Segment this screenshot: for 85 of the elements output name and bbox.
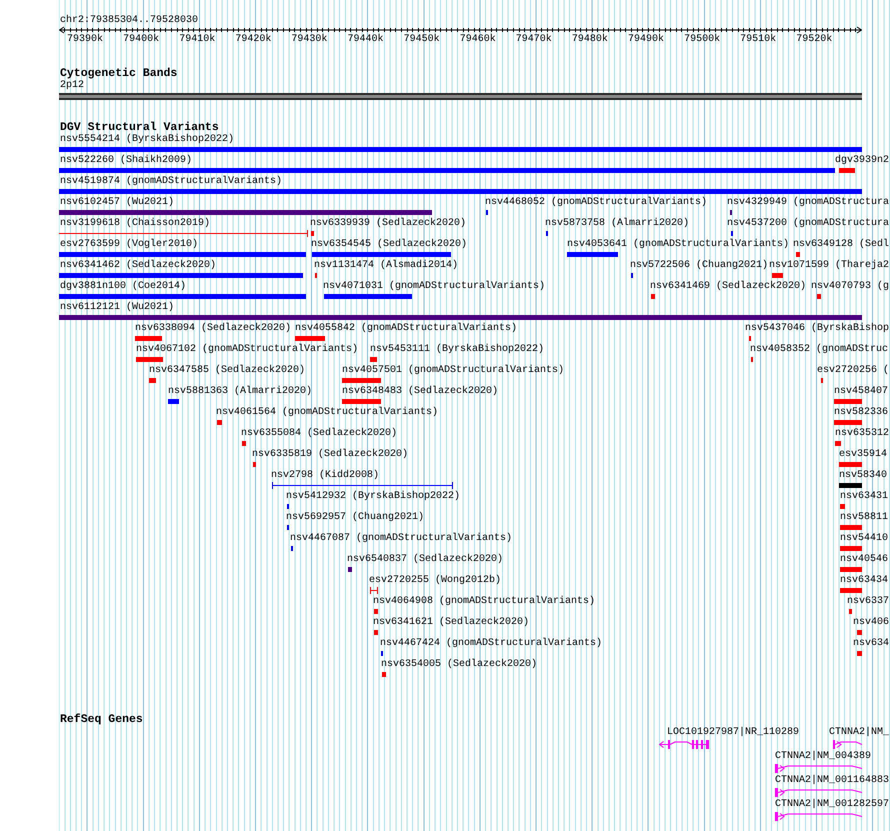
variant-label: nsv6354545 (Sedlazeck2020) — [311, 239, 468, 251]
variant-label: nsv1131474 (Alsmadi2014) — [314, 260, 458, 272]
variant-label: nsv6341469 (Sedlazeck2020) — [650, 281, 806, 293]
tick-label: 79500k — [683, 34, 722, 46]
gene-label: LOC101927987|NR_110289 — [667, 727, 800, 739]
variant-label: nsv6347585 (Sedlazeck2020) — [149, 365, 306, 377]
variant-label: nsv5453111 (ByrskaBishop2022) — [370, 344, 544, 356]
variant-label: nsv3199618 (Chaisson2019) — [60, 218, 210, 230]
variant-label: nsv58811 — [840, 512, 888, 524]
variant-label: nsv6335819 (Sedlazeck2020) — [252, 449, 408, 461]
location-label: chr2:79385304..79528030 — [59, 15, 200, 27]
tick-label: 79420k — [234, 34, 272, 46]
gene-label: CTNNA2|NM_001164883 — [775, 775, 890, 787]
tick-label: 79390k — [66, 34, 104, 46]
tick-label: 79400k — [122, 34, 160, 46]
variant-label: nsv4537200 (gnomADStructura — [727, 218, 890, 230]
variant-label: nsv4064908 (gnomADStructuralVariants) — [373, 596, 596, 608]
variant-label: nsv6354005 (Sedlazeck2020) — [381, 659, 538, 671]
tick-label: 79440k — [346, 34, 385, 46]
tick-label: 79410k — [178, 34, 216, 46]
variant-label: nsv4468052 (gnomADStructuralVariants) — [485, 197, 708, 209]
variant-label: nsv6112121 (Wu2021) — [60, 302, 174, 314]
variant-label: nsv4057501 (gnomADStructuralVariants) — [342, 365, 564, 377]
tick-label: 79480k — [570, 34, 609, 46]
variant-label: nsv6337 — [847, 596, 890, 608]
variant-label: nsv6341462 (Sedlazeck2020) — [60, 260, 216, 272]
variant-label: nsv4467087 (gnomADStructuralVariants) — [290, 533, 512, 545]
variant-label: nsv63434 — [840, 575, 888, 587]
variant-label: nsv5692957 (Chuang2021) — [286, 512, 424, 524]
track-title: DGV Structural Variants — [59, 121, 219, 134]
variant-label: nsv406 — [853, 617, 890, 629]
variant-label: nsv4329949 (gnomADStructura — [727, 197, 890, 209]
variant-label: esv2763599 (Vogler2010) — [60, 239, 198, 251]
variant-label: esv2720256 ( — [817, 365, 890, 377]
gene-label: CTNNA2|NM_001282597 — [775, 799, 890, 811]
tick-label: 79450k — [402, 34, 441, 46]
tick-label: 79460k — [458, 34, 497, 46]
variant-label: nsv5873758 (Almarri2020) — [545, 218, 690, 230]
variant-label: nsv6338094 (Sedlazeck2020) — [135, 323, 292, 335]
variant-label: nsv4467424 (gnomADStructuralVariants) — [380, 638, 602, 650]
variant-label: nsv40546 — [840, 554, 888, 566]
variant-label: nsv4055842 (gnomADStructuralVariants) — [295, 323, 518, 335]
variant-label: nsv582336 — [834, 407, 888, 419]
track-title: RefSeq Genes — [59, 713, 144, 727]
track-title: Cytogenetic Bands — [59, 67, 178, 80]
variant-label: esv35914 — [839, 449, 888, 461]
variant-label: nsv4058352 (gnomADStruc — [750, 344, 888, 356]
variant-label: nsv1071599 (Thareja2 — [769, 260, 890, 272]
variant-label: nsv6339939 (Sedlazeck2020) — [310, 218, 466, 230]
variant-label: nsv6540837 (Sedlazeck2020) — [347, 554, 504, 566]
gene-label: CTNNA2|NM_ — [829, 727, 890, 739]
variant-label: nsv6102457 (Wu2021) — [60, 197, 174, 209]
gene-label: CTNNA2|NM_004389 — [775, 751, 872, 763]
variant-label: esv2720255 (Wong2012b) — [369, 575, 502, 587]
variant-label: nsv522260 (Shaikh2009) — [60, 155, 192, 167]
variant-label: nsv4071031 (gnomADStructuralVariants) — [323, 281, 546, 293]
tick-label: 79430k — [290, 34, 328, 46]
variant-label: nsv4061564 (gnomADStructuralVariants) — [216, 407, 438, 419]
variant-label: nsv2798 (Kidd2008) — [271, 470, 380, 482]
variant-label: nsv4053641 (gnomADStructuralVariants) — [567, 239, 790, 251]
variant-label: nsv54410 — [840, 533, 888, 545]
variant-label: nsv5437046 (ByrskaBishop — [745, 323, 890, 335]
variant-label: nsv5722506 (Chuang2021) — [630, 260, 768, 272]
variant-label: dgv3939n2 — [835, 155, 890, 167]
variant-label: nsv6341621 (Sedlazeck2020) — [373, 617, 530, 629]
variant-label: nsv5412932 (ByrskaBishop2022) — [286, 491, 460, 503]
tick-label: 79510k — [739, 34, 778, 46]
variant-label: nsv5554214 (ByrskaBishop2022) — [60, 134, 234, 146]
variant-label: nsv4070793 (g — [811, 281, 890, 293]
band-label: 2p12 — [59, 80, 86, 92]
variant-label: nsv634 — [853, 638, 890, 650]
tick-label: 79490k — [626, 34, 665, 46]
variant-label: nsv6348483 (Sedlazeck2020) — [342, 386, 498, 398]
variant-label: nsv635312 — [835, 428, 890, 440]
variant-label: nsv6349128 (Sedl — [793, 239, 890, 251]
variant-label: nsv63431 — [840, 491, 888, 503]
variant-label: nsv58340 — [839, 470, 888, 482]
variant-label: dgv3881n100 (Coe2014) — [60, 281, 186, 293]
variant-label: nsv4067102 (gnomADStructuralVariants) — [136, 344, 358, 356]
tick-label: 79470k — [514, 34, 553, 46]
variant-label: nsv5881363 (Almarri2020) — [168, 386, 312, 398]
variant-label: nsv6355084 (Sedlazeck2020) — [241, 428, 398, 440]
variant-label: nsv458407 — [834, 386, 888, 398]
variant-label: nsv4519874 (gnomADStructuralVariants) — [60, 176, 282, 188]
tick-label: 79520k — [795, 34, 834, 46]
